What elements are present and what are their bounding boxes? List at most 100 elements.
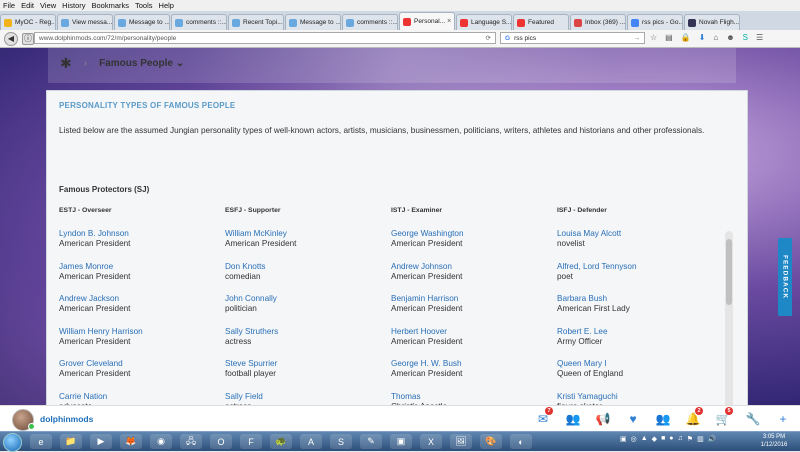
- skype-taskbar-icon[interactable]: S: [330, 434, 352, 449]
- search-go-icon[interactable]: →: [634, 35, 641, 42]
- flag-icon[interactable]: ⚑: [687, 435, 693, 443]
- chat-icon[interactable]: ☻: [726, 33, 734, 42]
- identity-icon[interactable]: ⓘ: [22, 32, 34, 45]
- tray-icon-1[interactable]: ▣: [620, 435, 627, 443]
- browser-tab[interactable]: Inbox (369) ...: [570, 14, 626, 30]
- tray-icon-7[interactable]: ♫: [678, 435, 683, 443]
- pdf-icon[interactable]: ▣: [390, 434, 412, 449]
- browser-tab[interactable]: MyOC - Reg...: [0, 14, 56, 30]
- chevron-down-icon[interactable]: ⌄: [176, 58, 184, 69]
- app-icon[interactable]: A: [300, 434, 322, 449]
- paint-icon[interactable]: 🎨: [480, 434, 502, 449]
- skype-icon[interactable]: S: [743, 33, 748, 42]
- heart-icon[interactable]: ♥: [618, 410, 648, 428]
- browser-tab[interactable]: comments ::...: [342, 14, 398, 30]
- person-name-link[interactable]: Thomas: [391, 392, 551, 402]
- download-icon[interactable]: ⬇: [699, 33, 706, 42]
- person-name-link[interactable]: Grover Cleveland: [59, 359, 219, 369]
- menu-icon[interactable]: ☰: [756, 33, 763, 42]
- clock[interactable]: 3:05 PM 1/12/2016: [752, 433, 796, 449]
- media-player-icon[interactable]: ▶: [90, 434, 112, 449]
- bookmark-star-icon[interactable]: ☆: [650, 33, 657, 42]
- person-name-link[interactable]: Andrew Jackson: [59, 294, 219, 304]
- photo-icon[interactable]: 🖼: [450, 434, 472, 449]
- browser-tab[interactable]: comments ::...: [171, 14, 227, 30]
- reload-icon[interactable]: ⟳: [486, 34, 491, 42]
- person-name-link[interactable]: Sally Field: [225, 392, 385, 402]
- start-button[interactable]: [3, 433, 22, 452]
- reading-list-icon[interactable]: ▤: [665, 33, 673, 42]
- username[interactable]: dolphinmods: [40, 414, 93, 424]
- tray-icon-2[interactable]: ◎: [631, 435, 637, 443]
- browser-tab[interactable]: View messa...: [57, 14, 113, 30]
- browser-tab[interactable]: Language S...: [456, 14, 512, 30]
- breadcrumb-title[interactable]: Famous People ⌄: [99, 58, 184, 69]
- person-name-link[interactable]: Benjamin Harrison: [391, 294, 551, 304]
- browser-tab[interactable]: Personal... ×: [399, 12, 455, 30]
- person-name-link[interactable]: Steve Spurrier: [225, 359, 385, 369]
- tray-icon-3[interactable]: ▲: [641, 435, 648, 443]
- browser-tab[interactable]: Message to ...: [114, 14, 170, 30]
- office-icon[interactable]: O: [210, 434, 232, 449]
- network-icon[interactable]: 🖧: [180, 434, 202, 449]
- app-yellow-icon[interactable]: ◐: [510, 434, 532, 449]
- browser-tab[interactable]: Featured: [513, 14, 569, 30]
- person-name-link[interactable]: Barbara Bush: [557, 294, 717, 304]
- mail-icon[interactable]: ✉ 7: [528, 407, 558, 428]
- menu-tools[interactable]: Tools: [135, 1, 153, 10]
- menu-view[interactable]: View: [40, 1, 56, 10]
- cart-icon[interactable]: 🛒 5: [708, 407, 738, 428]
- person-name-link[interactable]: John Connally: [225, 294, 385, 304]
- ie-icon[interactable]: e: [30, 434, 52, 449]
- ftp-icon[interactable]: F: [240, 434, 262, 449]
- menu-edit[interactable]: Edit: [21, 1, 34, 10]
- excel-icon[interactable]: X: [420, 434, 442, 449]
- wrench-icon[interactable]: 🔧: [738, 410, 768, 428]
- home-icon[interactable]: ⌂: [713, 33, 718, 42]
- megaphone-icon[interactable]: 📢: [588, 410, 618, 428]
- browser-tab[interactable]: Recent Topi...: [228, 14, 284, 30]
- back-button[interactable]: ◀: [4, 31, 18, 46]
- person-name-link[interactable]: Herbert Hoover: [391, 327, 551, 337]
- person-name-link[interactable]: William McKinley: [225, 229, 385, 239]
- person-name-link[interactable]: Sally Struthers: [225, 327, 385, 337]
- close-tab-icon[interactable]: ×: [445, 18, 451, 25]
- person-name-link[interactable]: Robert E. Lee: [557, 327, 717, 337]
- tray-icon-4[interactable]: ◆: [652, 435, 657, 443]
- plus-icon[interactable]: +: [768, 410, 798, 428]
- url-input[interactable]: www.dolphinmods.com/72/m/personality/peo…: [34, 32, 496, 44]
- explorer-icon[interactable]: 📁: [60, 434, 82, 449]
- menu-file[interactable]: File: [3, 1, 15, 10]
- browser-tab[interactable]: rss pics - Go...: [627, 14, 683, 30]
- eraser-icon[interactable]: ✎: [360, 434, 382, 449]
- browser-tab[interactable]: Message to ...: [285, 14, 341, 30]
- groups-icon[interactable]: 👥: [648, 410, 678, 428]
- person-name-link[interactable]: Alfred, Lord Tennyson: [557, 262, 717, 272]
- game-icon[interactable]: 🐢: [270, 434, 292, 449]
- lock-icon[interactable]: 🔒: [681, 33, 691, 42]
- person-name-link[interactable]: Queen Mary I: [557, 359, 717, 369]
- person-name-link[interactable]: Louisa May Alcott: [557, 229, 717, 239]
- person-name-link[interactable]: Kristi Yamaguchi: [557, 392, 717, 402]
- chrome-icon[interactable]: ◉: [150, 434, 172, 449]
- person-name-link[interactable]: George H. W. Bush: [391, 359, 551, 369]
- feedback-tab[interactable]: FEEDBACK: [778, 238, 792, 316]
- asterisk-icon[interactable]: ✱: [60, 55, 72, 72]
- tray-icon-5[interactable]: ■: [661, 435, 665, 443]
- person-name-link[interactable]: Don Knotts: [225, 262, 385, 272]
- person-name-link[interactable]: Carrie Nation: [59, 392, 219, 402]
- tray-icon-6[interactable]: ●: [669, 435, 673, 443]
- bell-icon[interactable]: 🔔 2: [678, 407, 708, 428]
- menu-help[interactable]: Help: [159, 1, 174, 10]
- person-name-link[interactable]: William Henry Harrison: [59, 327, 219, 337]
- scrollbar-thumb[interactable]: [726, 239, 732, 305]
- person-name-link[interactable]: Andrew Johnson: [391, 262, 551, 272]
- person-name-link[interactable]: George Washington: [391, 229, 551, 239]
- members-icon[interactable]: 👥: [558, 410, 588, 428]
- person-name-link[interactable]: James Monroe: [59, 262, 219, 272]
- list-scrollbar[interactable]: [725, 231, 733, 405]
- network-tray-icon[interactable]: ▥: [697, 435, 704, 443]
- menu-bookmarks[interactable]: Bookmarks: [92, 1, 130, 10]
- firefox-icon[interactable]: 🦊: [120, 434, 142, 449]
- volume-icon[interactable]: 🔊: [708, 435, 717, 443]
